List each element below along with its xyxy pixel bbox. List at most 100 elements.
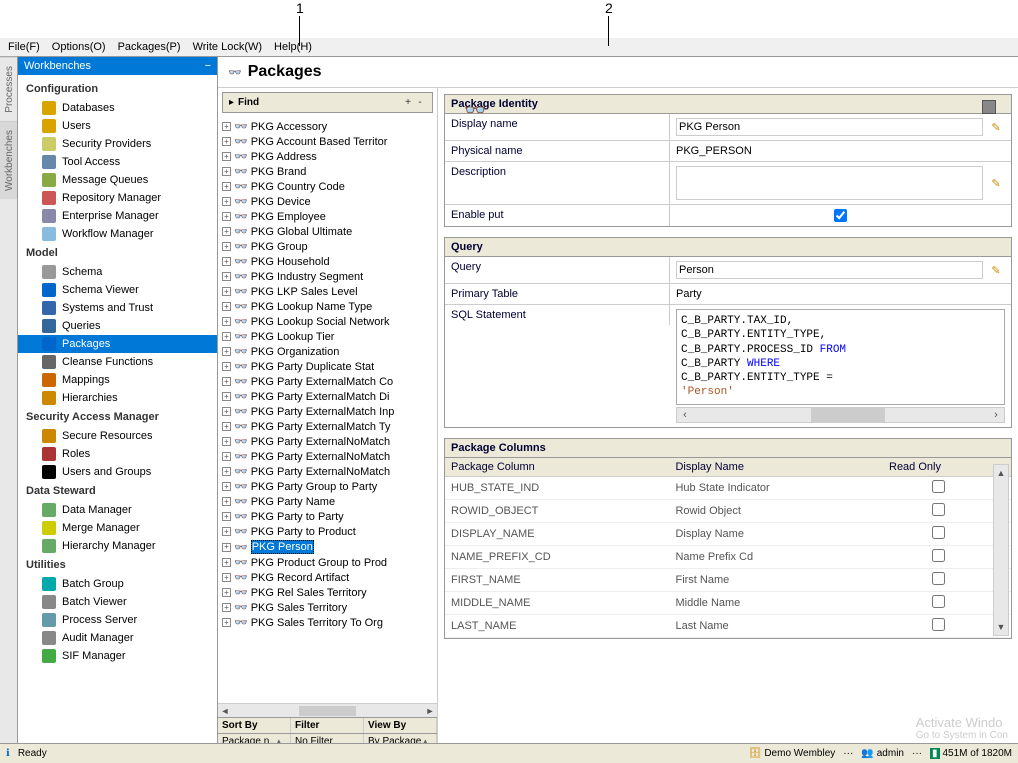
detail-square-icon[interactable] (982, 100, 996, 114)
package-item[interactable]: +👓PKG Accessory (220, 119, 435, 134)
package-item[interactable]: +👓PKG Global Ultimate (220, 224, 435, 239)
expand-icon[interactable]: + (222, 167, 231, 176)
package-item[interactable]: +👓PKG Rel Sales Territory (220, 585, 435, 600)
readonly-checkbox[interactable] (932, 572, 945, 585)
package-item[interactable]: +👓PKG Party ExternalNoMatch (220, 464, 435, 479)
pkg-hscroll[interactable]: ◄ ► (218, 703, 437, 717)
package-item[interactable]: +👓PKG Party Duplicate Stat (220, 359, 435, 374)
menu-options[interactable]: Options(O) (52, 41, 106, 53)
expand-icon[interactable]: + (222, 152, 231, 161)
expand-icon[interactable]: + (222, 362, 231, 371)
expand-icon[interactable]: + (222, 618, 231, 627)
package-item[interactable]: +👓PKG Party ExternalMatch Co (220, 374, 435, 389)
col-header-readonly[interactable]: Read Only (883, 458, 993, 477)
table-row[interactable]: DISPLAY_NAMEDisplay Name (445, 522, 1011, 545)
table-row[interactable]: FIRST_NAMEFirst Name (445, 568, 1011, 591)
package-item[interactable]: +👓PKG Sales Territory (220, 600, 435, 615)
expand-icon[interactable]: + (222, 437, 231, 446)
expand-icon[interactable]: + (222, 227, 231, 236)
expand-icon[interactable]: + (222, 257, 231, 266)
package-item[interactable]: +👓PKG Account Based Territor (220, 134, 435, 149)
sql-statement-box[interactable]: C_B_PARTY.TAX_ID,C_B_PARTY.ENTITY_TYPE,C… (676, 309, 1005, 405)
sidebar-item[interactable]: Repository Manager (18, 189, 217, 207)
expand-icon[interactable]: + (222, 287, 231, 296)
find-expand-icon[interactable]: ▸ (229, 97, 234, 108)
expand-icon[interactable]: + (222, 317, 231, 326)
expand-icon[interactable]: + (222, 573, 231, 582)
expand-icon[interactable]: + (222, 603, 231, 612)
package-item[interactable]: +👓PKG Sales Territory To Org (220, 615, 435, 630)
package-item[interactable]: +👓PKG Industry Segment (220, 269, 435, 284)
expand-icon[interactable]: + (222, 377, 231, 386)
sidebar-item[interactable]: Queries (18, 317, 217, 335)
expand-icon[interactable]: + (222, 182, 231, 191)
find-minus-btn[interactable]: - (414, 97, 426, 108)
package-list[interactable]: +👓PKG Accessory+👓PKG Account Based Terri… (218, 117, 437, 703)
package-item[interactable]: +👓PKG Lookup Tier (220, 329, 435, 344)
expand-icon[interactable]: + (222, 422, 231, 431)
readonly-checkbox[interactable] (932, 618, 945, 631)
sidebar-item[interactable]: Schema Viewer (18, 281, 217, 299)
find-plus-btn[interactable]: + (402, 97, 414, 108)
find-input[interactable] (263, 95, 402, 110)
sidebar-minimize-icon[interactable]: − (205, 60, 211, 72)
sidebar-item[interactable]: Packages (18, 335, 217, 353)
col-header-dispname[interactable]: Display Name (669, 458, 883, 477)
menu-writelock[interactable]: Write Lock(W) (193, 41, 262, 53)
description-edit-icon[interactable]: ✎ (987, 174, 1005, 192)
package-item[interactable]: +👓PKG Product Group to Prod (220, 555, 435, 570)
enable-put-checkbox[interactable] (834, 209, 847, 222)
menu-file[interactable]: File(F) (8, 41, 40, 53)
expand-icon[interactable]: + (222, 392, 231, 401)
status-memory[interactable]: ▮451M of 1820M (930, 748, 1012, 759)
sidebar-item[interactable]: Mappings (18, 371, 217, 389)
sidebar-item[interactable]: Batch Viewer (18, 593, 217, 611)
package-item[interactable]: +👓PKG Party Group to Party (220, 479, 435, 494)
sidebar-item[interactable]: Security Providers (18, 135, 217, 153)
expand-icon[interactable]: + (222, 122, 231, 131)
package-item[interactable]: +👓PKG Address (220, 149, 435, 164)
sidebar-item[interactable]: SIF Manager (18, 647, 217, 665)
package-item[interactable]: +👓PKG Household (220, 254, 435, 269)
package-item[interactable]: +👓PKG Person (220, 539, 435, 555)
menu-help[interactable]: Help(H) (274, 41, 312, 53)
sidebar-item[interactable]: Batch Group (18, 575, 217, 593)
package-item[interactable]: +👓PKG Employee (220, 209, 435, 224)
package-item[interactable]: +👓PKG Group (220, 239, 435, 254)
package-item[interactable]: +👓PKG Brand (220, 164, 435, 179)
expand-icon[interactable]: + (222, 212, 231, 221)
sidebar-item[interactable]: Message Queues (18, 171, 217, 189)
sidebar-item[interactable]: Cleanse Functions (18, 353, 217, 371)
table-row[interactable]: NAME_PREFIX_CDName Prefix Cd (445, 545, 1011, 568)
columns-vscroll[interactable]: ▲▼ (993, 464, 1009, 636)
readonly-checkbox[interactable] (932, 503, 945, 516)
package-item[interactable]: +👓PKG Party to Party (220, 509, 435, 524)
vtab-processes[interactable]: Processes (0, 57, 17, 121)
sidebar-item[interactable]: Roles (18, 445, 217, 463)
package-item[interactable]: +👓PKG Party Name (220, 494, 435, 509)
package-item[interactable]: +👓PKG Party ExternalNoMatch (220, 449, 435, 464)
table-row[interactable]: MIDDLE_NAMEMiddle Name (445, 591, 1011, 614)
expand-icon[interactable]: + (222, 467, 231, 476)
expand-icon[interactable]: + (222, 527, 231, 536)
status-user[interactable]: 👥admin (861, 748, 904, 759)
package-item[interactable]: +👓PKG Party ExternalMatch Ty (220, 419, 435, 434)
query-edit-icon[interactable]: ✎ (987, 261, 1005, 279)
readonly-checkbox[interactable] (932, 480, 945, 493)
sidebar-item[interactable]: Tool Access (18, 153, 217, 171)
expand-icon[interactable]: + (222, 242, 231, 251)
sidebar-item[interactable]: Users (18, 117, 217, 135)
readonly-checkbox[interactable] (932, 526, 945, 539)
expand-icon[interactable]: + (222, 137, 231, 146)
expand-icon[interactable]: + (222, 197, 231, 206)
package-item[interactable]: +👓PKG Lookup Name Type (220, 299, 435, 314)
expand-icon[interactable]: + (222, 272, 231, 281)
menu-packages[interactable]: Packages(P) (118, 41, 181, 53)
sidebar-item[interactable]: Users and Groups (18, 463, 217, 481)
expand-icon[interactable]: + (222, 558, 231, 567)
sidebar-item[interactable]: Merge Manager (18, 519, 217, 537)
display-name-input[interactable] (676, 118, 983, 136)
sidebar-item[interactable]: Hierarchies (18, 389, 217, 407)
sidebar-item[interactable]: Databases (18, 99, 217, 117)
status-db[interactable]: 🗄Demo Wembley (749, 748, 836, 759)
